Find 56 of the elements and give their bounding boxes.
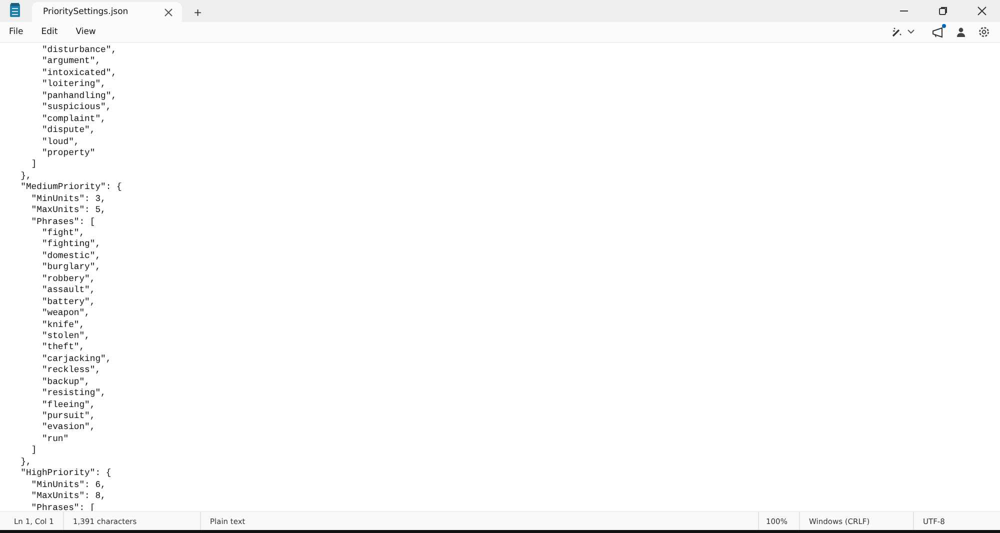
menu-item[interactable]: Edit: [41, 27, 58, 37]
code-line: "dispute",: [40, 125, 96, 136]
code-line: "suspicious",: [40, 102, 112, 114]
code-line: "complaint",: [40, 114, 107, 126]
notepad-icon: [10, 3, 20, 17]
sparkle-pen-icon[interactable]: [891, 26, 903, 38]
code-line: "intoxicated",: [40, 68, 118, 80]
code-line: "knife",: [40, 320, 86, 331]
code-line: "loitering",: [40, 79, 107, 91]
code-line: "MinUnits": 3,: [30, 194, 107, 206]
code-line: "Phrases": [: [30, 216, 96, 228]
new-tab-button[interactable]: +: [188, 2, 208, 22]
restore-icon[interactable]: [938, 6, 948, 16]
close-icon[interactable]: [977, 6, 987, 16]
code-line: "loud",: [40, 136, 80, 148]
code-line: "burglary",: [40, 262, 102, 274]
code-line: "theft",: [40, 342, 86, 354]
code-line: },: [20, 170, 32, 182]
code-line: "backup",: [40, 376, 91, 388]
code-line: "MaxUnits": 5,: [30, 205, 107, 217]
close-icon[interactable]: [164, 8, 173, 16]
code-line: "carjacking",: [40, 354, 112, 366]
code-line: "run": [40, 434, 70, 446]
code-line: "assault",: [40, 285, 96, 297]
code-line: "disturbance",: [40, 45, 118, 56]
code-line: "HighPriority": {: [20, 468, 112, 480]
code-line: "resisting",: [40, 388, 107, 400]
code-line: "battery",: [40, 296, 96, 308]
code-line: "robbery",: [40, 274, 96, 286]
code-line: "fighting",: [40, 239, 102, 251]
code-line: ]: [30, 445, 38, 457]
code-line: "fight",: [40, 228, 86, 240]
megaphone-icon[interactable]: [932, 26, 944, 38]
code-line: "Phrases": [: [30, 502, 96, 511]
menu-item[interactable]: File: [9, 27, 24, 37]
code-line: "evasion",: [40, 422, 96, 434]
code-line: "MinUnits": 6,: [30, 480, 107, 492]
code-line: "MaxUnits": 8,: [30, 491, 107, 502]
code-line: "MediumPriority": {: [20, 182, 123, 194]
code-line: "pursuit",: [40, 411, 96, 422]
code-line: "property": [40, 148, 96, 160]
code-line: "domestic",: [40, 250, 102, 262]
tab-title: PrioritySettings.json: [43, 7, 128, 17]
code-line: "reckless",: [40, 365, 102, 377]
user-icon[interactable]: [956, 27, 966, 37]
code-line: },: [20, 456, 32, 468]
code-line: "fleeing",: [40, 400, 96, 411]
chevron-down-icon[interactable]: [907, 29, 915, 35]
code-line: "stolen",: [40, 330, 91, 342]
menu-item[interactable]: View: [76, 27, 96, 37]
code-line: "panhandling",: [40, 90, 118, 102]
code-line: "argument",: [40, 56, 102, 68]
settings-icon[interactable]: [978, 26, 990, 38]
file-tab[interactable]: PrioritySettings.json: [32, 2, 182, 22]
code-line: "weapon",: [40, 308, 91, 320]
code-line: ]: [30, 159, 38, 171]
